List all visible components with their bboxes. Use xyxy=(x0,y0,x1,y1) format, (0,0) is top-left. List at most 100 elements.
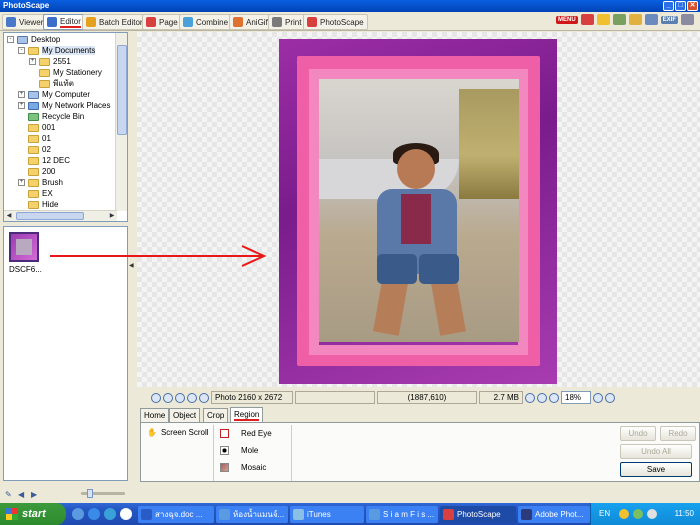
photo-image xyxy=(319,79,519,342)
taskbar-item[interactable]: สางฉุจ.doc ... xyxy=(138,506,214,523)
info-icon[interactable] xyxy=(199,392,209,403)
folder-icon xyxy=(39,68,50,77)
exif-button[interactable]: EXIF xyxy=(660,15,678,24)
tree-node-label: My Documents xyxy=(42,46,96,55)
menu-button[interactable]: MENU xyxy=(555,15,578,24)
tree-node[interactable]: พีแท้ต xyxy=(29,78,74,89)
mole-tool[interactable]: Mole xyxy=(220,446,258,455)
thumbnail-label: DSCF6... xyxy=(9,265,42,274)
tree-node[interactable]: + My Computer xyxy=(18,89,90,100)
tree-node[interactable]: 001 xyxy=(18,122,55,133)
expand-icon[interactable]: + xyxy=(29,58,36,65)
zoom-level[interactable]: 18% xyxy=(561,391,591,404)
slider-knob[interactable] xyxy=(87,489,93,498)
fit-icon[interactable] xyxy=(175,392,185,403)
tab-photoscape[interactable]: PhotoScape xyxy=(303,14,368,30)
editor-canvas[interactable] xyxy=(137,32,700,387)
tab-page[interactable]: Page xyxy=(142,14,182,30)
tab-batch-editor[interactable]: Batch Editor xyxy=(82,14,147,30)
tree-node[interactable]: - My Documents xyxy=(18,45,96,56)
thumbnail-size-slider[interactable] xyxy=(81,489,125,498)
tray-icon[interactable] xyxy=(619,509,629,519)
tab-combine[interactable]: Combine xyxy=(179,14,233,30)
tab-anigif[interactable]: AniGif xyxy=(229,14,272,30)
tab-print[interactable]: Print xyxy=(268,14,306,30)
scrollbar-thumb[interactable] xyxy=(16,212,84,220)
tab-region[interactable]: Region xyxy=(230,407,264,423)
red-eye-tool[interactable]: Red Eye xyxy=(220,429,272,438)
tab-object[interactable]: Object xyxy=(169,408,201,422)
taskbar-item[interactable]: iTunes xyxy=(290,506,364,523)
mosaic-tool[interactable]: Mosaic xyxy=(220,463,266,472)
expand-icon[interactable]: + xyxy=(18,91,25,98)
expand-icon[interactable]: + xyxy=(18,179,25,186)
collapse-icon[interactable]: - xyxy=(18,47,25,54)
resize-icon[interactable] xyxy=(187,392,197,403)
status-bar: Photo 2160 x 2672 (1887,610) 2.7 MB 18% xyxy=(137,389,700,406)
taskbar-item[interactable]: ห้องน้ำแมนจ์... xyxy=(216,506,288,523)
tree-node[interactable]: + My Network Places xyxy=(18,100,110,111)
tree-node[interactable]: 12 DEC xyxy=(18,155,70,166)
grid-icon[interactable] xyxy=(525,392,535,403)
tree-node[interactable]: EX xyxy=(18,188,53,199)
rotate-left-icon[interactable] xyxy=(151,392,161,403)
forward-icon[interactable]: ▶ xyxy=(31,490,40,499)
rotate-right-icon[interactable] xyxy=(163,392,173,403)
open-folder-icon[interactable] xyxy=(628,14,642,25)
taskbar-item[interactable]: PhotoScape xyxy=(440,506,516,523)
zoom-out-icon[interactable] xyxy=(605,392,615,403)
star-icon[interactable] xyxy=(596,14,610,25)
ie-icon[interactable] xyxy=(72,508,84,520)
maximize-button[interactable]: □ xyxy=(675,1,686,11)
minimize-button[interactable]: _ xyxy=(663,1,674,11)
tree-node-label: My Stationery xyxy=(53,68,102,77)
tree-node[interactable]: - Desktop xyxy=(7,34,60,45)
taskbar-item[interactable]: Adobe Phot... xyxy=(518,506,590,523)
zoom-in-icon[interactable] xyxy=(593,392,603,403)
back-icon[interactable]: ◀ xyxy=(18,490,27,499)
settings-icon[interactable] xyxy=(644,14,658,25)
system-tray: EN 11:50 xyxy=(590,503,700,525)
tab-home[interactable]: Home xyxy=(140,408,170,422)
actual-size-icon[interactable] xyxy=(537,392,547,403)
tree-node[interactable]: 01 xyxy=(18,133,51,144)
undo-button[interactable]: Undo xyxy=(620,426,656,441)
close-button[interactable]: ✕ xyxy=(687,1,698,11)
tab-editor[interactable]: Editor xyxy=(43,14,85,30)
start-button[interactable]: start xyxy=(0,503,66,525)
tree-node[interactable]: Hide xyxy=(18,199,58,210)
messenger-icon[interactable] xyxy=(104,508,116,520)
tree-horizontal-scrollbar[interactable]: ◀ ▶ xyxy=(4,210,117,221)
tree-vertical-scrollbar[interactable] xyxy=(115,33,127,211)
tab-crop[interactable]: Crop xyxy=(203,408,229,422)
scroll-right-icon[interactable]: ▶ xyxy=(107,212,117,219)
undo-all-button[interactable]: Undo All xyxy=(620,444,692,459)
volume-icon[interactable] xyxy=(647,509,657,519)
collapse-icon[interactable]: - xyxy=(7,36,14,43)
tree-node[interactable]: 200 xyxy=(18,166,55,177)
tree-node[interactable]: +2551 xyxy=(29,56,71,67)
fullscreen-icon[interactable] xyxy=(681,14,694,25)
tools-icon[interactable] xyxy=(612,14,626,25)
scroll-left-icon[interactable]: ◀ xyxy=(4,212,14,219)
expand-icon[interactable]: + xyxy=(18,102,25,109)
tree-node[interactable]: + Brush xyxy=(18,177,63,188)
scrollbar-thumb[interactable] xyxy=(117,45,127,135)
zoom-fit-icon[interactable] xyxy=(549,392,559,403)
tray-icon[interactable] xyxy=(633,509,643,519)
pane-collapse-icon[interactable]: ◀ xyxy=(129,262,134,269)
screen-scroll-tool[interactable]: ✋ Screen Scroll xyxy=(147,428,209,437)
browser-icon[interactable] xyxy=(88,508,100,520)
tree-node[interactable]: 02 xyxy=(18,144,51,155)
save-button[interactable]: Save xyxy=(620,462,692,477)
redo-button[interactable]: Redo xyxy=(660,426,696,441)
clock: 11:50 xyxy=(674,509,694,518)
taskbar-item[interactable]: S i a m F i s ... xyxy=(366,506,438,523)
show-desktop-icon[interactable] xyxy=(120,508,132,520)
tab-viewer[interactable]: Viewer xyxy=(2,14,48,30)
language-indicator[interactable]: EN xyxy=(599,509,610,518)
help-icon[interactable] xyxy=(580,14,594,25)
tools-icon[interactable]: ✎ xyxy=(5,490,14,499)
tree-node[interactable]: Recycle Bin xyxy=(18,111,84,122)
photo-thumbnail[interactable] xyxy=(9,232,39,262)
